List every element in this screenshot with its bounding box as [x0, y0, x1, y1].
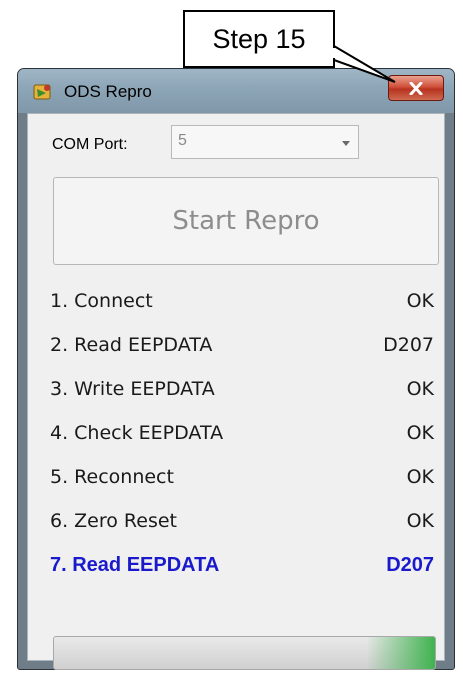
- chevron-down-icon: [342, 141, 350, 146]
- app-window: ODS Repro COM Port: 5 Start Repro 1. Con…: [17, 68, 455, 670]
- window-content: COM Port: 5 Start Repro 1. Connect OK 2.…: [27, 113, 445, 670]
- step-label: 4. Check EEPDATA: [50, 422, 224, 444]
- step-status: OK: [406, 422, 434, 444]
- step-row-active: 7. Read EEPDATA D207: [50, 544, 434, 588]
- step-label: 2. Read EEPDATA: [50, 334, 213, 356]
- step-label: 6. Zero Reset: [50, 510, 178, 532]
- step-row: 6. Zero Reset OK: [50, 500, 434, 544]
- step-row: 3. Write EEPDATA OK: [50, 368, 434, 412]
- step-status: OK: [406, 378, 434, 400]
- progress-bar: [53, 636, 436, 670]
- callout-text: Step 15: [212, 23, 306, 54]
- step-label: 3. Write EEPDATA: [50, 378, 215, 400]
- com-port-label: COM Port:: [52, 136, 128, 153]
- progress-fill: [54, 637, 435, 669]
- step-row: 2. Read EEPDATA D207: [50, 324, 434, 368]
- step-label: 5. Reconnect: [50, 466, 174, 488]
- step-label: 7. Read EEPDATA: [50, 554, 220, 576]
- step-label: 1. Connect: [50, 290, 153, 312]
- step-status: OK: [406, 510, 434, 532]
- step-callout: Step 15: [183, 10, 335, 68]
- com-port-value: 5: [178, 132, 187, 149]
- com-port-select[interactable]: 5: [171, 125, 359, 159]
- step-status: OK: [406, 290, 434, 312]
- step-row: 5. Reconnect OK: [50, 456, 434, 500]
- step-status: D207: [386, 554, 434, 576]
- step-list: 1. Connect OK 2. Read EEPDATA D207 3. Wr…: [50, 280, 434, 588]
- step-status: OK: [406, 466, 434, 488]
- step-status: D207: [383, 334, 434, 356]
- step-row: 4. Check EEPDATA OK: [50, 412, 434, 456]
- start-repro-button[interactable]: Start Repro: [53, 177, 439, 265]
- start-repro-label: Start Repro: [172, 206, 320, 236]
- step-row: 1. Connect OK: [50, 280, 434, 324]
